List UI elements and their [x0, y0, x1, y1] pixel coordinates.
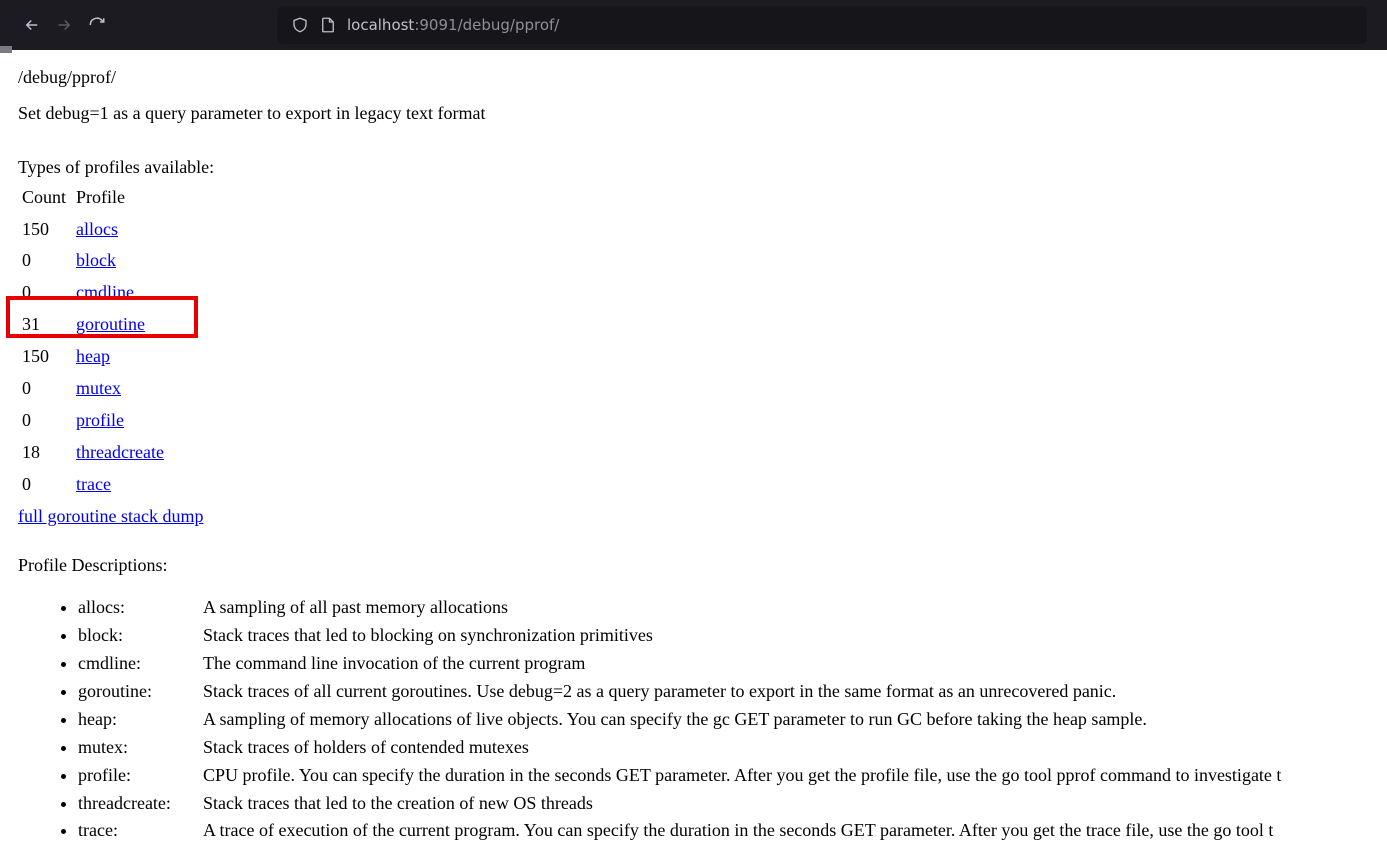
url-path: /debug/pprof/	[458, 16, 560, 34]
url-host: localhost	[347, 16, 414, 34]
profile-name-cell: block	[72, 245, 170, 277]
forward-button[interactable]	[52, 9, 76, 41]
url-bar[interactable]: localhost:9091/debug/pprof/	[277, 6, 1367, 44]
desc-name: mutex:	[78, 734, 203, 762]
profile-count: 0	[18, 245, 72, 277]
desc-text: Stack traces that led to the creation of…	[203, 790, 1369, 818]
profile-count: 150	[18, 341, 72, 373]
profile-count: 0	[18, 373, 72, 405]
profile-name-cell: profile	[72, 405, 170, 437]
list-item: threadcreate:Stack traces that led to th…	[78, 790, 1369, 818]
table-row: 150allocs	[18, 214, 170, 246]
profile-name-cell: heap	[72, 341, 170, 373]
desc-text: Stack traces that led to blocking on syn…	[203, 622, 1369, 650]
desc-text: A sampling of memory allocations of live…	[203, 706, 1369, 734]
table-row: 0profile	[18, 405, 170, 437]
desc-name: threadcreate:	[78, 790, 203, 818]
descriptions-heading: Profile Descriptions:	[18, 552, 1369, 580]
page-title: /debug/pprof/	[18, 64, 1369, 92]
profile-link-heap[interactable]: heap	[76, 346, 110, 366]
profile-link-cmdline[interactable]: cmdline	[76, 282, 134, 302]
table-row: 0trace	[18, 469, 170, 501]
full-dump-link[interactable]: full goroutine stack dump	[18, 506, 203, 526]
list-item: mutex:Stack traces of holders of contend…	[78, 734, 1369, 762]
desc-name: trace:	[78, 817, 203, 845]
table-row: 0block	[18, 245, 170, 277]
desc-name: goroutine:	[78, 678, 203, 706]
list-item: goroutine:Stack traces of all current go…	[78, 678, 1369, 706]
list-item: heap:A sampling of memory allocations of…	[78, 706, 1369, 734]
shield-icon	[291, 16, 309, 34]
profile-name-cell: threadcreate	[72, 437, 170, 469]
descriptions-list: allocs:A sampling of all past memory all…	[18, 594, 1369, 845]
types-label: Types of profiles available:	[18, 154, 1369, 182]
desc-name: block:	[78, 622, 203, 650]
desc-text: A trace of execution of the current prog…	[203, 817, 1369, 845]
back-button[interactable]	[20, 9, 44, 41]
profile-link-mutex[interactable]: mutex	[76, 378, 121, 398]
desc-name: heap:	[78, 706, 203, 734]
desc-text: Stack traces of all current goroutines. …	[203, 678, 1369, 706]
list-item: block:Stack traces that led to blocking …	[78, 622, 1369, 650]
profile-name-cell: goroutine	[72, 309, 170, 341]
table-row: 0cmdline	[18, 277, 170, 309]
legacy-hint: Set debug=1 as a query parameter to expo…	[18, 100, 1369, 128]
url-text: localhost:9091/debug/pprof/	[347, 16, 559, 34]
desc-name: allocs:	[78, 594, 203, 622]
profile-count: 0	[18, 277, 72, 309]
profile-count: 31	[18, 309, 72, 341]
profile-link-threadcreate[interactable]: threadcreate	[76, 442, 164, 462]
profile-link-allocs[interactable]: allocs	[76, 219, 118, 239]
profile-link-goroutine[interactable]: goroutine	[76, 314, 145, 334]
col-profile: Profile	[72, 184, 170, 214]
col-count: Count	[18, 184, 72, 214]
desc-text: A sampling of all past memory allocation…	[203, 594, 1369, 622]
list-item: trace:A trace of execution of the curren…	[78, 817, 1369, 845]
profile-link-block[interactable]: block	[76, 250, 116, 270]
profile-name-cell: mutex	[72, 373, 170, 405]
desc-name: cmdline:	[78, 650, 203, 678]
profile-link-trace[interactable]: trace	[76, 474, 111, 494]
profile-count: 0	[18, 405, 72, 437]
profile-count: 18	[18, 437, 72, 469]
profiles-table: Count Profile 150allocs0block0cmdline31g…	[18, 184, 170, 501]
file-icon	[319, 16, 337, 34]
table-row: 150heap	[18, 341, 170, 373]
browser-toolbar: localhost:9091/debug/pprof/	[0, 0, 1387, 50]
reload-button[interactable]	[85, 9, 109, 41]
table-row: 18threadcreate	[18, 437, 170, 469]
list-item: cmdline:The command line invocation of t…	[78, 650, 1369, 678]
profile-name-cell: trace	[72, 469, 170, 501]
list-item: profile:CPU profile. You can specify the…	[78, 762, 1369, 790]
profile-name-cell: cmdline	[72, 277, 170, 309]
tab-strip-edge	[0, 46, 12, 53]
profile-count: 0	[18, 469, 72, 501]
list-item: allocs:A sampling of all past memory all…	[78, 594, 1369, 622]
desc-text: Stack traces of holders of contended mut…	[203, 734, 1369, 762]
profile-name-cell: allocs	[72, 214, 170, 246]
profile-link-profile[interactable]: profile	[76, 410, 124, 430]
page-content: /debug/pprof/ Set debug=1 as a query par…	[0, 50, 1387, 859]
table-row: 31goroutine	[18, 309, 170, 341]
table-row: 0mutex	[18, 373, 170, 405]
desc-text: CPU profile. You can specify the duratio…	[203, 762, 1369, 790]
url-port: :9091	[414, 16, 457, 34]
profile-count: 150	[18, 214, 72, 246]
desc-text: The command line invocation of the curre…	[203, 650, 1369, 678]
desc-name: profile:	[78, 762, 203, 790]
